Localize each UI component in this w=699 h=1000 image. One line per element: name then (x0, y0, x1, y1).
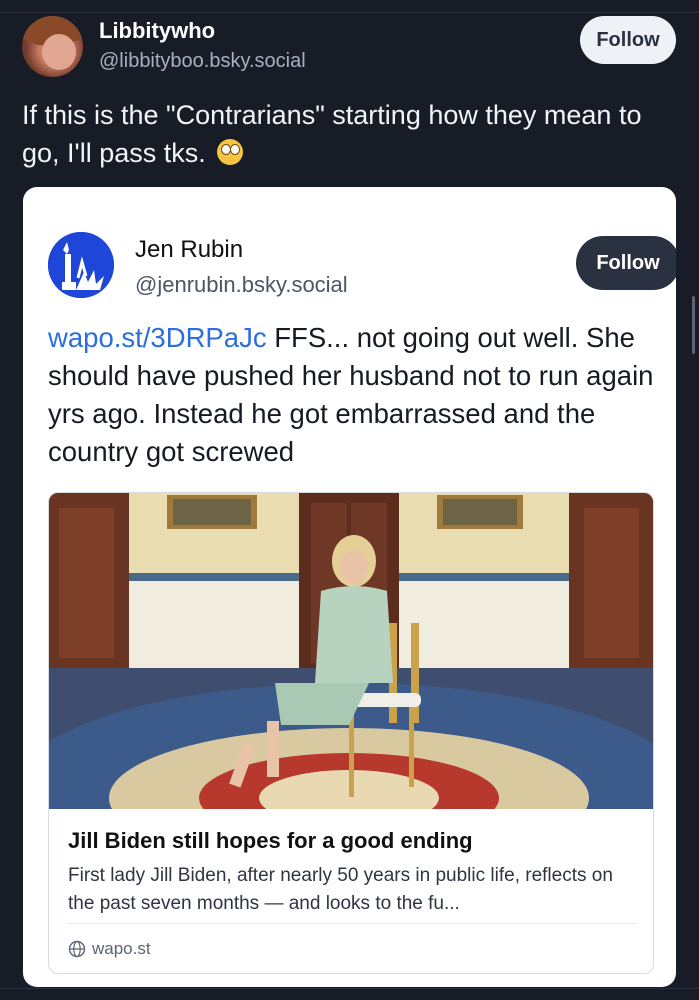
quoted-post-text: wapo.st/3DRPaJc FFS... not going out wel… (48, 319, 658, 471)
globe-icon (68, 940, 86, 958)
link-preview-card[interactable]: Jill Biden still hopes for a good ending… (48, 492, 654, 974)
post-text: If this is the "Contrarians" starting ho… (22, 96, 662, 172)
post-text-content: If this is the "Contrarians" starting ho… (22, 100, 642, 168)
quoted-post-card[interactable]: Jen Rubin @jenrubin.bsky.social Follow w… (23, 187, 676, 987)
quoted-author-name[interactable]: Jen Rubin (135, 236, 243, 264)
scrollbar[interactable] (692, 296, 695, 354)
author-handle[interactable]: @libbityboo.bsky.social (99, 50, 306, 73)
author-name[interactable]: Libbitywho (99, 18, 215, 44)
statue-of-liberty-icon (48, 232, 114, 298)
author-avatar[interactable] (22, 16, 83, 77)
link-card-description: First lady Jill Biden, after nearly 50 y… (68, 865, 613, 914)
article-image (49, 493, 653, 809)
quoted-author-handle[interactable]: @jenrubin.bsky.social (135, 272, 348, 298)
follow-button[interactable]: Follow (580, 16, 676, 64)
quoted-author-avatar[interactable] (48, 232, 114, 298)
quoted-follow-button[interactable]: Follow (576, 236, 676, 290)
quoted-post-header: Jen Rubin @jenrubin.bsky.social Follow (48, 232, 676, 302)
post-header: Libbitywho @libbityboo.bsky.social Follo… (22, 16, 678, 78)
link-card-title: Jill Biden still hopes for a good ending (68, 828, 473, 853)
link-card-domain-row: wapo.st (68, 937, 151, 961)
link-card-domain: wapo.st (92, 939, 151, 958)
bottom-divider (0, 988, 699, 989)
rolling-eyes-emoji-icon (217, 139, 244, 165)
top-divider (0, 0, 699, 13)
link-card-divider (68, 923, 636, 924)
quoted-post-link[interactable]: wapo.st/3DRPaJc (48, 322, 267, 353)
